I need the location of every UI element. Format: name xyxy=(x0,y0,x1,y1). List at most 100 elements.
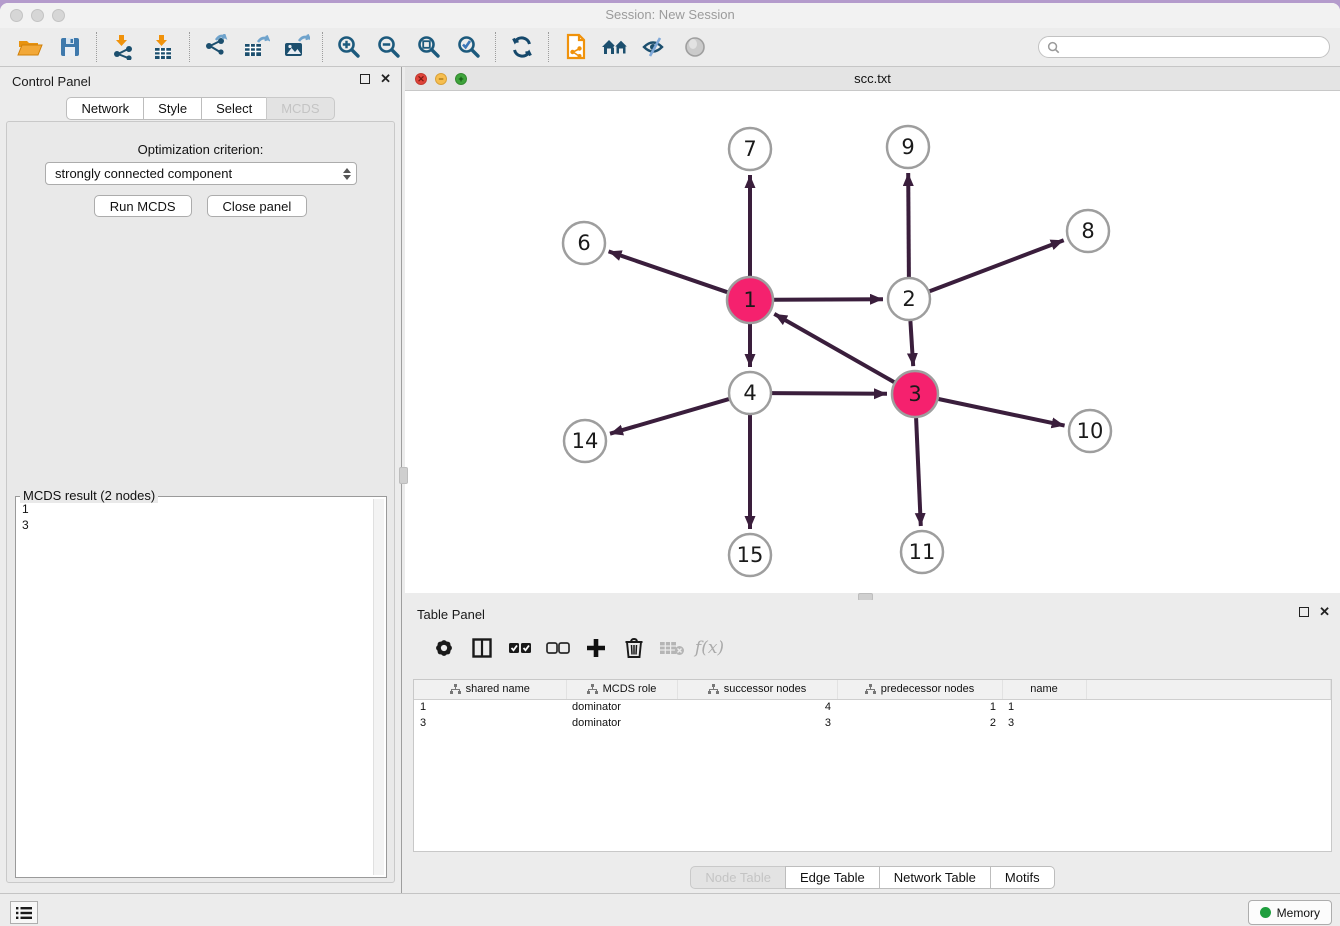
float-panel-icon[interactable] xyxy=(360,74,370,84)
search-box[interactable] xyxy=(1038,36,1330,58)
graph-node-label: 3 xyxy=(908,382,921,406)
zoom-fit-button[interactable] xyxy=(409,31,449,63)
network-canvas-svg: 7 9 6 8 1 2 4 3 14 10 15 11 xyxy=(405,91,1340,593)
network-canvas[interactable]: 7 9 6 8 1 2 4 3 14 10 15 11 xyxy=(405,91,1340,593)
hide-selected-button[interactable] xyxy=(635,31,675,63)
tab-select[interactable]: Select xyxy=(201,97,267,120)
delete-column-button[interactable] xyxy=(617,633,650,663)
titlebar: Session: New Session xyxy=(0,3,1340,28)
graph-node-6[interactable]: 6 xyxy=(563,222,605,264)
tab-edge-table[interactable]: Edge Table xyxy=(785,866,880,889)
control-panel-tabs: Network Style Select MCDS xyxy=(0,97,401,120)
show-hidden-button[interactable] xyxy=(675,31,715,63)
refresh-icon xyxy=(509,34,535,60)
graph-node-11[interactable]: 11 xyxy=(901,531,943,573)
graph-node-7[interactable]: 7 xyxy=(729,128,771,170)
column-header-shared-name: shared name xyxy=(414,680,566,699)
sort-tree-icon xyxy=(587,684,598,695)
close-table-panel-icon[interactable]: ✕ xyxy=(1319,607,1330,617)
add-column-button[interactable] xyxy=(579,633,612,663)
graph-edge-4-3[interactable] xyxy=(772,393,887,394)
mcds-panel: Optimization criterion: strongly connect… xyxy=(6,121,395,883)
select-all-icon xyxy=(507,637,533,659)
graph-node-1[interactable]: 1 xyxy=(727,277,773,323)
graph-node-14[interactable]: 14 xyxy=(564,420,606,462)
result-scrollbar[interactable] xyxy=(373,499,384,875)
graph-node-2[interactable]: 2 xyxy=(888,278,930,320)
graph-edge-1-2[interactable] xyxy=(774,299,883,300)
graph-edge-1-6[interactable] xyxy=(609,251,728,292)
export-network-button[interactable] xyxy=(196,31,236,63)
graph-node-10[interactable]: 10 xyxy=(1069,410,1111,452)
graph-node-9[interactable]: 9 xyxy=(887,126,929,168)
delete-table-button xyxy=(655,633,688,663)
graph-edge-3-10[interactable] xyxy=(939,399,1065,426)
table-row[interactable]: 3 dominator 3 2 3 xyxy=(414,715,1331,731)
open-session-button[interactable] xyxy=(10,31,50,63)
memory-label: Memory xyxy=(1277,906,1320,920)
graph-edge-3-1[interactable] xyxy=(774,314,894,382)
window-title: Session: New Session xyxy=(0,7,1340,22)
tab-node-table[interactable]: Node Table xyxy=(690,866,786,889)
graph-node-8[interactable]: 8 xyxy=(1067,210,1109,252)
graph-edge-2-3[interactable] xyxy=(910,321,913,366)
result-item: 1 xyxy=(22,501,369,517)
table-settings-button[interactable] xyxy=(427,633,460,663)
close-panel-button[interactable]: Close panel xyxy=(207,195,308,217)
memory-button[interactable]: Memory xyxy=(1248,900,1332,925)
export-network-icon xyxy=(203,34,229,60)
create-network-from-selection-button[interactable] xyxy=(555,31,595,63)
tab-network-table[interactable]: Network Table xyxy=(879,866,991,889)
search-icon xyxy=(1047,41,1060,54)
tab-style[interactable]: Style xyxy=(143,97,202,120)
show-columns-button[interactable] xyxy=(465,633,498,663)
select-stepper-icon xyxy=(338,163,356,184)
tab-mcds[interactable]: MCDS xyxy=(266,97,334,120)
column-header-name: name xyxy=(1002,680,1086,699)
network-title: scc.txt xyxy=(405,71,1340,86)
graph-edge-2-8[interactable] xyxy=(930,240,1064,291)
eye-slash-icon xyxy=(641,35,669,59)
mcds-result-box: MCDS result (2 nodes) 1 3 xyxy=(15,496,387,878)
graph-edge-4-14[interactable] xyxy=(610,399,729,434)
table-header-row[interactable]: shared name MCDS role successor nodes pr… xyxy=(414,680,1331,699)
zoom-selected-button[interactable] xyxy=(449,31,489,63)
select-all-button[interactable] xyxy=(503,633,536,663)
task-history-button[interactable] xyxy=(10,901,38,924)
node-table[interactable]: shared name MCDS role successor nodes pr… xyxy=(413,679,1332,852)
zoom-in-button[interactable] xyxy=(329,31,369,63)
float-table-panel-icon[interactable] xyxy=(1299,607,1309,617)
export-image-button[interactable] xyxy=(276,31,316,63)
search-input[interactable] xyxy=(1060,40,1321,54)
apply-layout-button[interactable] xyxy=(502,31,542,63)
first-neighbors-button[interactable] xyxy=(595,31,635,63)
import-network-button[interactable] xyxy=(103,31,143,63)
tab-network[interactable]: Network xyxy=(66,97,144,120)
run-mcds-button[interactable]: Run MCDS xyxy=(94,195,192,217)
import-table-button[interactable] xyxy=(143,31,183,63)
vertical-splitter-handle[interactable] xyxy=(399,467,408,484)
function-builder-button: f(x) xyxy=(693,633,726,663)
mcds-result-list[interactable]: 1 3 xyxy=(18,499,373,875)
graph-edge-3-11[interactable] xyxy=(916,418,921,526)
export-image-icon xyxy=(282,34,310,60)
table-tabs: Node Table Edge Table Network Table Moti… xyxy=(690,866,1054,889)
graph-node-4[interactable]: 4 xyxy=(729,372,771,414)
tab-motifs[interactable]: Motifs xyxy=(990,866,1055,889)
graph-edge-2-9[interactable] xyxy=(908,173,909,277)
deselect-all-icon xyxy=(545,637,571,659)
close-panel-icon[interactable]: ✕ xyxy=(380,74,391,84)
table-row[interactable]: 1 dominator 4 1 1 xyxy=(414,699,1331,715)
zoom-fit-icon xyxy=(416,34,442,60)
fx-icon: f(x) xyxy=(695,638,724,658)
deselect-all-button[interactable] xyxy=(541,633,574,663)
graph-node-15[interactable]: 15 xyxy=(729,534,771,576)
save-session-button[interactable] xyxy=(50,31,90,63)
criterion-select[interactable]: strongly connected component xyxy=(45,162,357,185)
graph-node-3[interactable]: 3 xyxy=(892,371,938,417)
export-table-button[interactable] xyxy=(236,31,276,63)
zoom-in-icon xyxy=(336,34,362,60)
network-titlebar[interactable]: ✕ − + scc.txt xyxy=(405,67,1340,91)
zoom-out-button[interactable] xyxy=(369,31,409,63)
app-window: Session: New Session xyxy=(0,3,1340,926)
